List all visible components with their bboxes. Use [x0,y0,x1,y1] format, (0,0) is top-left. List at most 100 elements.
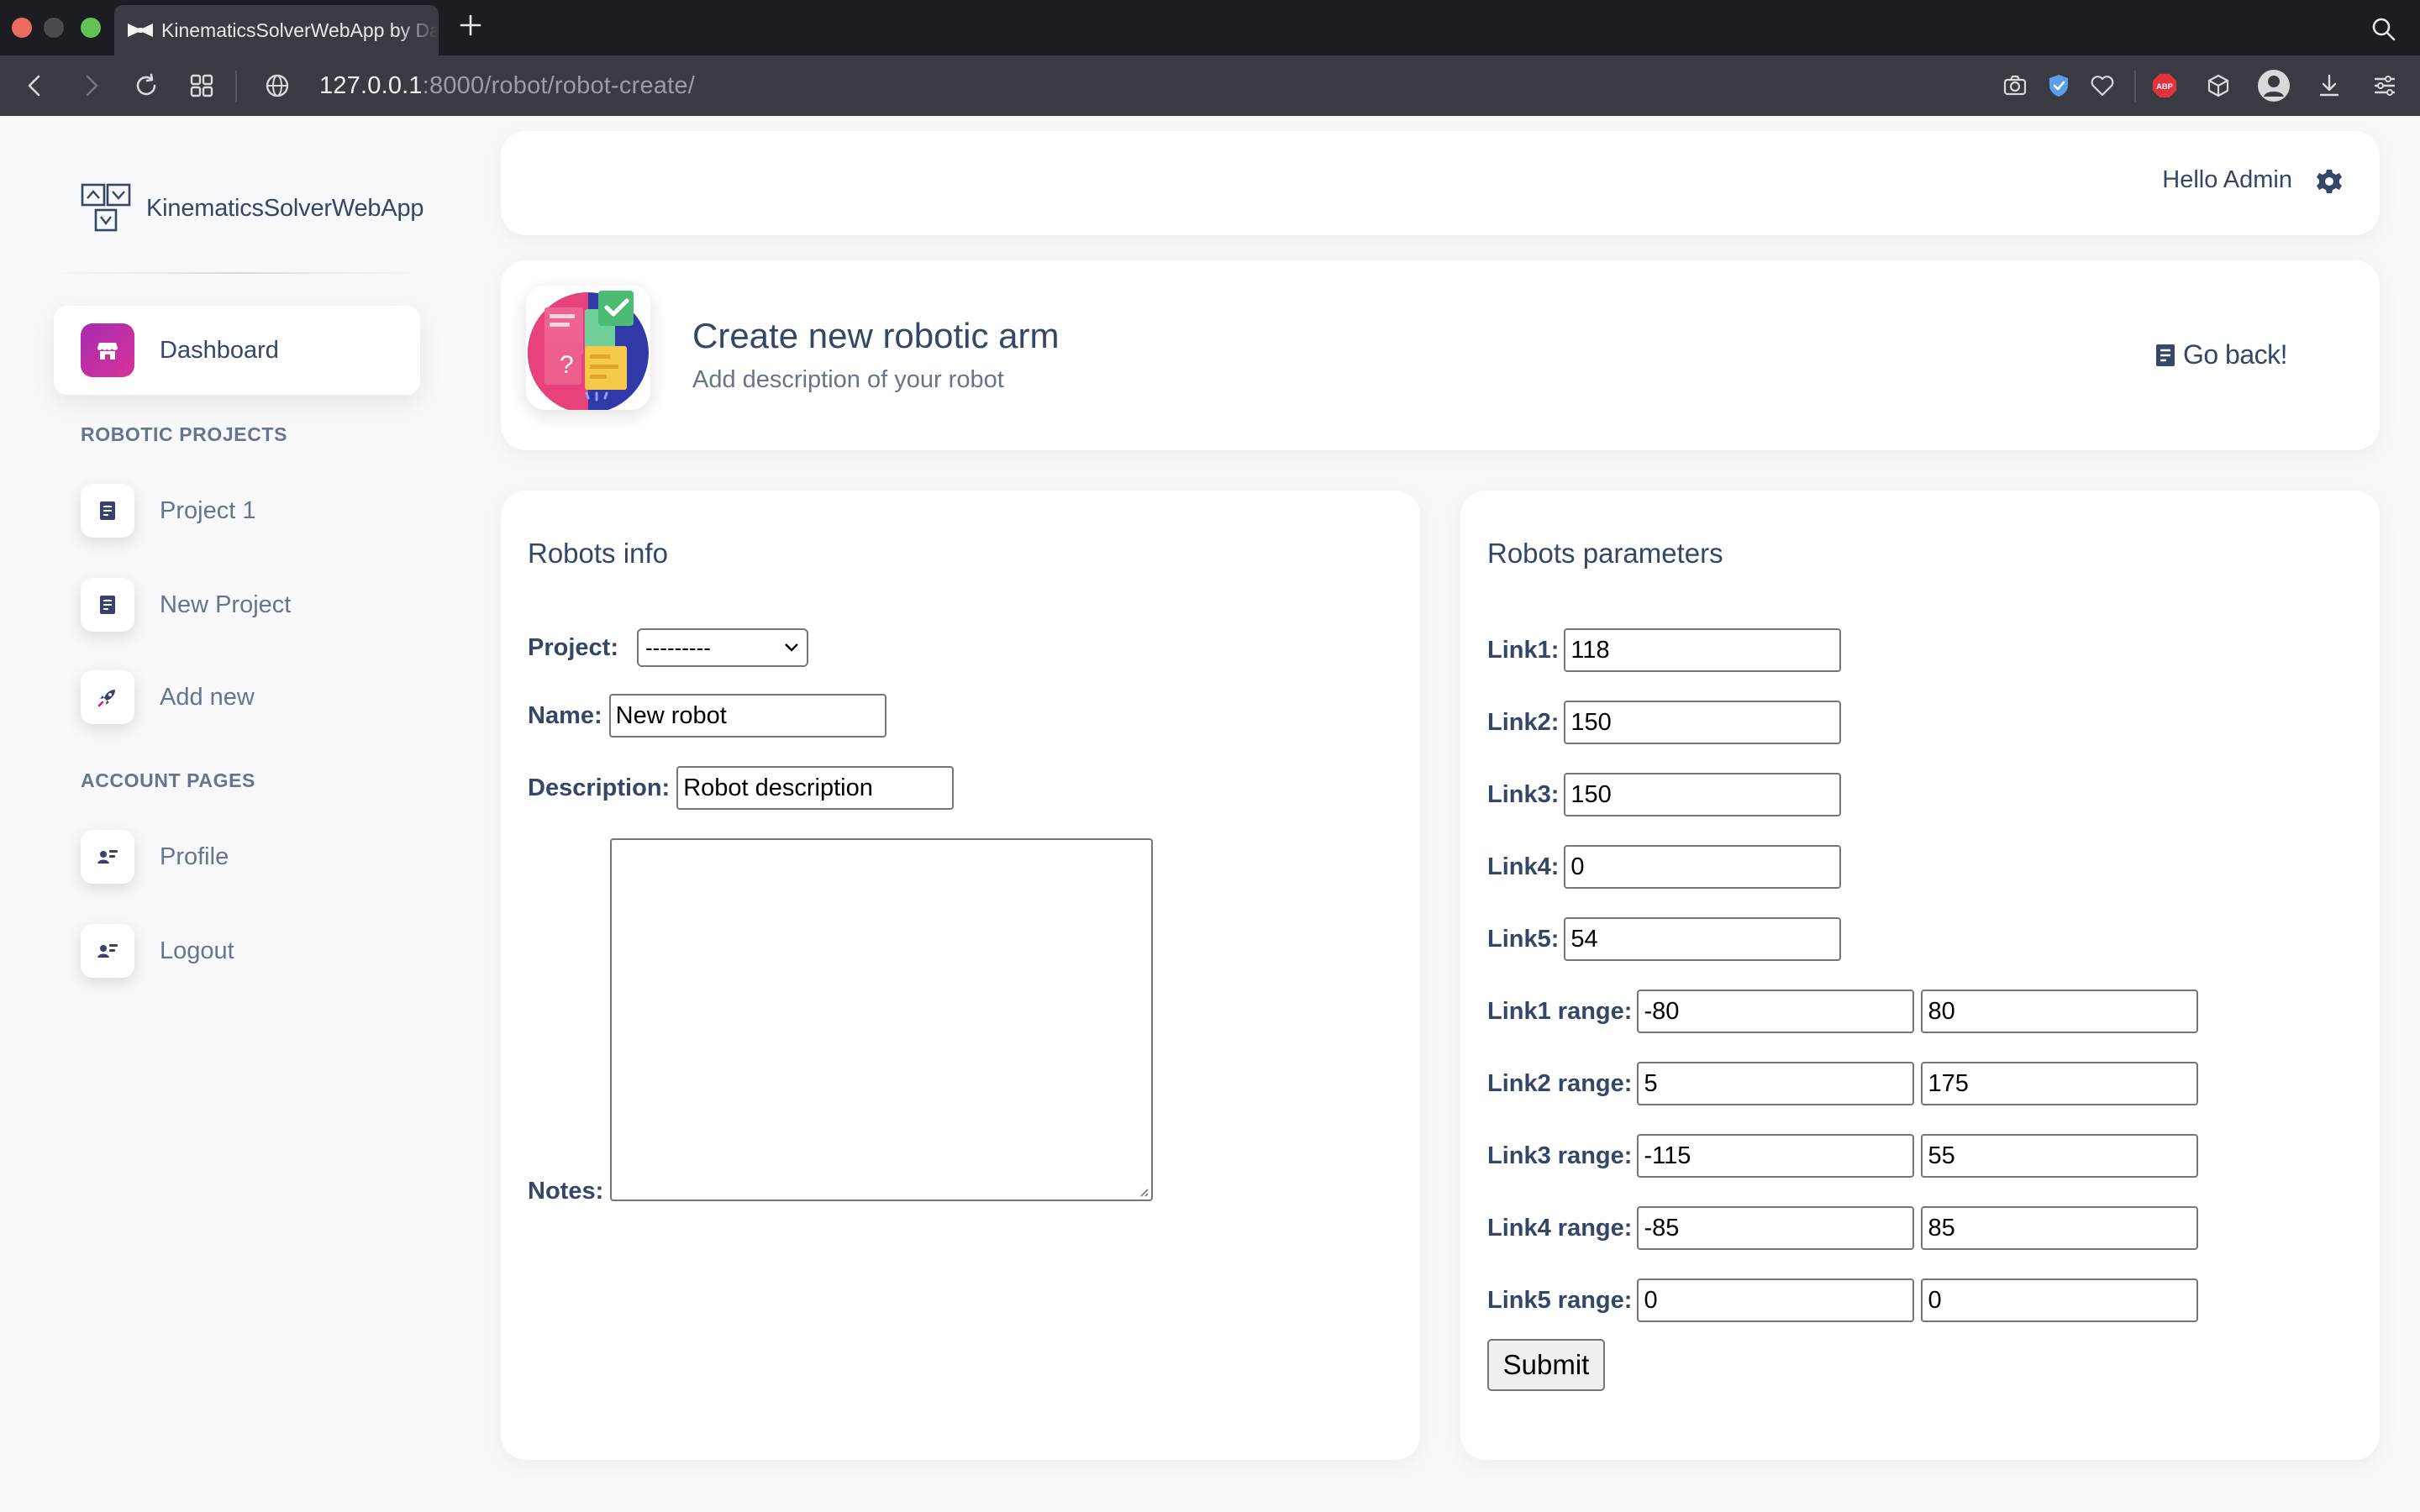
user-card-icon [81,924,134,978]
new-tab-plus-icon[interactable] [457,12,484,39]
sidebar-item-label: Project 1 [160,496,256,524]
document-icon [2155,344,2175,366]
sidebar-item-add-new[interactable]: Add new [81,670,255,724]
toolbar-divider [2134,71,2136,102]
browser-titlebar: KinematicsSolverWebApp by Da [0,0,2420,55]
forward-arrow-icon[interactable] [77,72,104,99]
link4-range-label: Link4 range: [1487,1214,1633,1242]
svg-text:?: ? [560,351,574,379]
address-bar[interactable]: 127.0.0.1:8000/robot/robot-create/ [319,71,695,101]
adblock-icon[interactable]: ABP [2151,72,2178,99]
brand-link[interactable]: KinematicsSolverWebApp [81,183,424,234]
link5-range-min-input[interactable]: 0 [1637,1278,1915,1322]
description-input[interactable]: Robot description [676,766,955,810]
project-select[interactable]: --------- [636,628,808,667]
link2-input[interactable]: 150 [1564,701,1842,744]
notes-label: Notes: [528,1178,604,1205]
notes-textarea[interactable] [610,838,1153,1201]
sidebar-item-logout[interactable]: Logout [81,924,234,978]
tab-search-icon[interactable] [2370,15,2398,44]
url-host: 127.0.0.1 [319,72,423,99]
extension-cube-icon[interactable] [2205,72,2232,99]
sidebar-item-label: Profile [160,843,229,870]
tab-grid-icon[interactable] [188,72,215,99]
sidebar-item-profile[interactable]: Profile [81,830,229,884]
document-icon [81,484,134,538]
card-title: Robots parameters [1487,538,1723,569]
link1-field-row: Link1: 118 [1487,628,1842,672]
close-window-button[interactable] [12,18,32,38]
name-input[interactable]: New robot [608,694,886,738]
link4-range-max-input[interactable]: 85 [1921,1206,2199,1250]
page-title: Create new robotic arm [692,316,1060,355]
bowtie-favicon-icon [128,23,153,38]
sidebar: KinematicsSolverWebApp Dashboard ROBOTIC… [0,116,454,1512]
link5-field-row: Link5: 54 [1487,917,1842,961]
link3-field-row: Link3: 150 [1487,773,1842,816]
notes-field-row: Notes: [528,1178,603,1205]
profile-avatar-icon[interactable] [2257,69,2291,102]
link2-range-row: Link2 range: 5 175 [1487,1062,2199,1105]
toolbar-divider [235,71,237,102]
sidebar-item-label: Dashboard [160,336,279,364]
robot-logo-icon [81,183,131,234]
card-title: Robots info [528,538,668,569]
camera-icon[interactable] [2002,72,2028,99]
link1-range-row: Link1 range: -80 80 [1487,990,2199,1033]
link5-range-row: Link5 range: 0 0 [1487,1278,2199,1322]
project-select-value: --------- [644,634,711,660]
link1-range-min-input[interactable]: -80 [1637,990,1915,1033]
reload-icon[interactable] [133,72,160,99]
minimize-window-button[interactable] [44,18,64,38]
sidebar-item-label: Add new [160,683,255,711]
easy-setup-menu-icon[interactable] [2371,72,2398,99]
top-navbar: Hello Admin [501,131,2380,235]
link2-range-min-input[interactable]: 5 [1637,1062,1915,1105]
link2-field-row: Link2: 150 [1487,701,1842,744]
link5-range-max-input[interactable]: 0 [1921,1278,2199,1322]
rocket-icon [81,670,134,724]
link3-label: Link3: [1487,780,1560,808]
link4-field-row: Link4: 0 [1487,845,1842,889]
sidebar-item-label: New Project [160,591,292,618]
link5-label: Link5: [1487,925,1560,953]
sidebar-item-project-1[interactable]: Project 1 [81,484,255,538]
link4-label: Link4: [1487,853,1560,880]
link5-range-label: Link5 range: [1487,1286,1633,1314]
name-field-row: Name: New robot [528,694,886,738]
link2-range-label: Link2 range: [1487,1069,1633,1097]
link3-input[interactable]: 150 [1564,773,1842,816]
link3-range-max-input[interactable]: 55 [1921,1134,2199,1178]
link5-input[interactable]: 54 [1564,917,1842,961]
sidebar-item-new-project[interactable]: New Project [81,578,291,632]
section-heading-account-pages: ACCOUNT PAGES [81,769,255,791]
link1-range-label: Link1 range: [1487,997,1633,1025]
url-path: :8000/robot/robot-create/ [422,72,695,99]
go-back-link[interactable]: Go back! [2154,339,2288,370]
go-back-label: Go back! [2182,339,2288,370]
shield-check-icon[interactable] [2045,72,2072,99]
link4-input[interactable]: 0 [1564,845,1842,889]
svg-text:ABP: ABP [2156,81,2173,91]
sidebar-item-dashboard[interactable]: Dashboard [54,306,420,395]
heart-icon[interactable] [2089,72,2116,99]
link4-range-min-input[interactable]: -85 [1637,1206,1915,1250]
download-icon[interactable] [2316,72,2343,99]
sidebar-divider [50,272,425,274]
browser-tab-active[interactable]: KinematicsSolverWebApp by Da [114,5,439,55]
link1-input[interactable]: 118 [1564,628,1842,672]
submit-button[interactable]: Submit [1487,1339,1605,1391]
back-arrow-icon[interactable] [22,72,49,99]
link3-range-min-input[interactable]: -115 [1637,1134,1915,1178]
page-header-card: ? Create new robotic arm Add description… [501,260,2380,450]
description-field-row: Description: Robot description [528,766,955,810]
gear-icon[interactable] [2316,168,2343,195]
user-greeting: Hello Admin [2162,166,2292,193]
project-field-row: Project: --------- [528,628,808,667]
globe-icon[interactable] [264,72,291,99]
link2-range-max-input[interactable]: 175 [1921,1062,2199,1105]
link1-range-max-input[interactable]: 80 [1921,990,2199,1033]
chevron-down-icon [785,643,798,652]
resize-grip-icon[interactable] [1136,1184,1150,1198]
maximize-window-button[interactable] [81,18,101,38]
